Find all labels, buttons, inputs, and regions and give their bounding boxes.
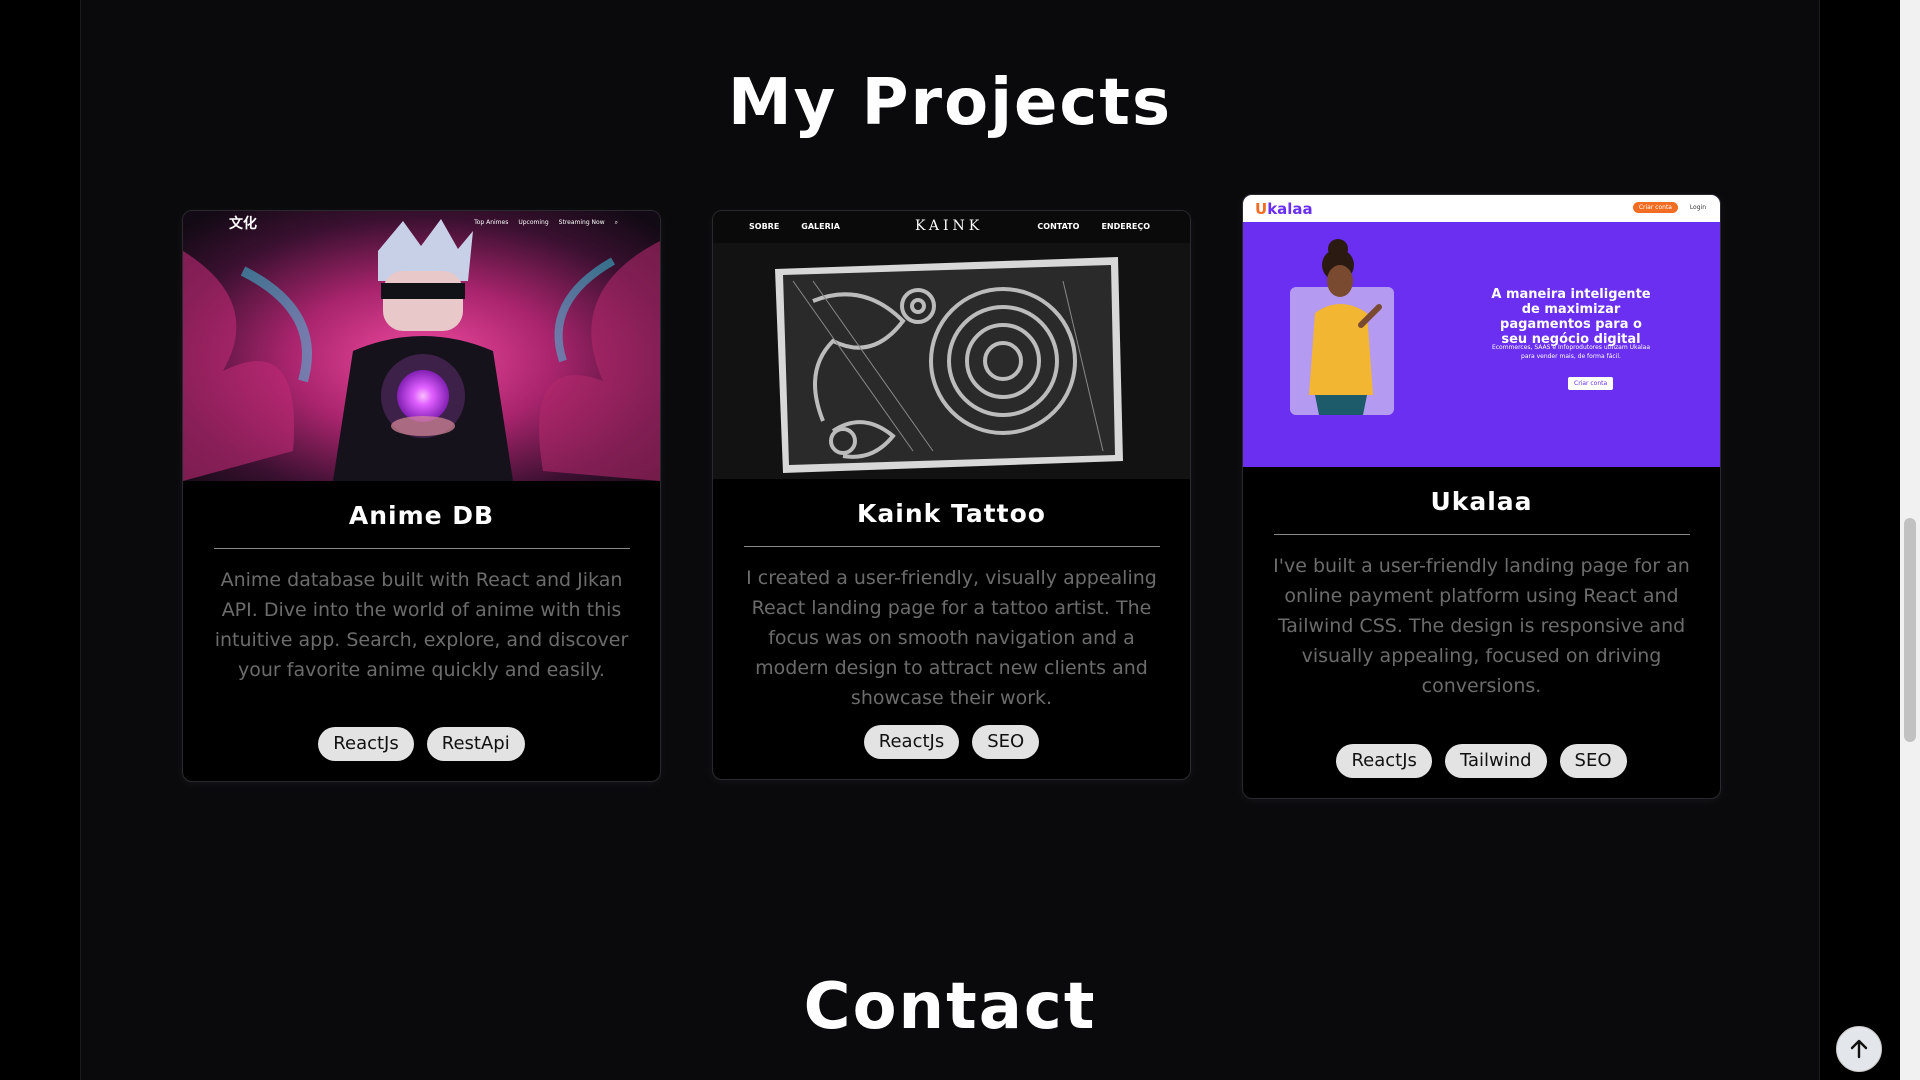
preview-nav-item: SOBRE: [749, 222, 780, 231]
contact-section-title: Contact: [803, 970, 1097, 1044]
divider: [213, 548, 630, 549]
divider: [1273, 534, 1690, 535]
tag-list: ReactJs Tailwind SEO: [1243, 744, 1720, 778]
tag-seo: SEO: [1559, 744, 1627, 778]
preview-nav-item: GALERIA: [801, 222, 840, 231]
project-preview-image[interactable]: 文化 Top Animes Upcoming Streaming Now ⌕: [183, 211, 660, 481]
tag-reactjs: ReactJs: [1336, 744, 1432, 778]
project-title: Ukalaa: [1430, 487, 1533, 516]
preview-nav-item: Streaming Now: [558, 219, 605, 226]
projects-section-title: My Projects: [727, 66, 1173, 140]
tag-tailwind: Tailwind: [1444, 744, 1547, 778]
scrollbar-thumb[interactable]: [1904, 518, 1916, 742]
project-preview-image[interactable]: SOBRE GALERIA KAINK CONTATO ENDEREÇO: [713, 211, 1190, 479]
tag-list: ReactJs SEO: [713, 725, 1190, 759]
preview-nav-item: ENDEREÇO: [1101, 222, 1150, 231]
scroll-to-top-button[interactable]: [1836, 1026, 1882, 1072]
tag-restapi: RestApi: [426, 727, 525, 761]
preview-logo: 文化: [229, 216, 257, 232]
project-card-anime-db[interactable]: 文化 Top Animes Upcoming Streaming Now ⌕ A…: [182, 210, 661, 782]
search-icon: ⌕: [614, 219, 618, 226]
preview-nav-item: Top Animes: [474, 219, 509, 226]
tag-reactjs: ReactJs: [863, 725, 960, 759]
preview-nav-item: Upcoming: [518, 219, 549, 226]
arrow-up-icon: [1850, 1039, 1868, 1059]
tag-seo: SEO: [972, 725, 1040, 759]
tag-list: ReactJs RestApi: [183, 727, 660, 761]
divider: [743, 546, 1160, 547]
project-description: I've built a user-friendly landing page …: [1273, 555, 1690, 697]
project-description: I created a user-friendly, visually appe…: [746, 567, 1157, 709]
preview-logo: KAINK: [915, 218, 984, 234]
page-scrollbar[interactable]: [1900, 0, 1920, 1080]
preview-headline: A maneira inteligente de maximizar pagam…: [1491, 287, 1651, 347]
preview-primary-button: Criar conta: [1568, 377, 1614, 390]
project-title: Anime DB: [348, 501, 495, 530]
project-card-kaink-tattoo[interactable]: SOBRE GALERIA KAINK CONTATO ENDEREÇO Kai…: [712, 210, 1191, 780]
tattoo-preview-art: [713, 211, 1190, 479]
tag-reactjs: ReactJs: [318, 727, 414, 761]
preview-nav-item: CONTATO: [1037, 222, 1080, 231]
preview-subtext: Ecommerces, SAAS e Infoprodutores utiliz…: [1491, 344, 1651, 360]
page-container: My Projects 文化 Top Animes Upcoming Strea…: [80, 0, 1820, 1080]
project-title: Kaink Tattoo: [857, 499, 1046, 528]
project-card-ukalaa[interactable]: Ukalaa Criar conta Login A maneira intel…: [1242, 194, 1721, 799]
project-description: Anime database built with React and Jika…: [214, 569, 629, 681]
project-preview-image[interactable]: Ukalaa Criar conta Login A maneira intel…: [1243, 195, 1720, 467]
anime-preview-art: [183, 211, 660, 481]
